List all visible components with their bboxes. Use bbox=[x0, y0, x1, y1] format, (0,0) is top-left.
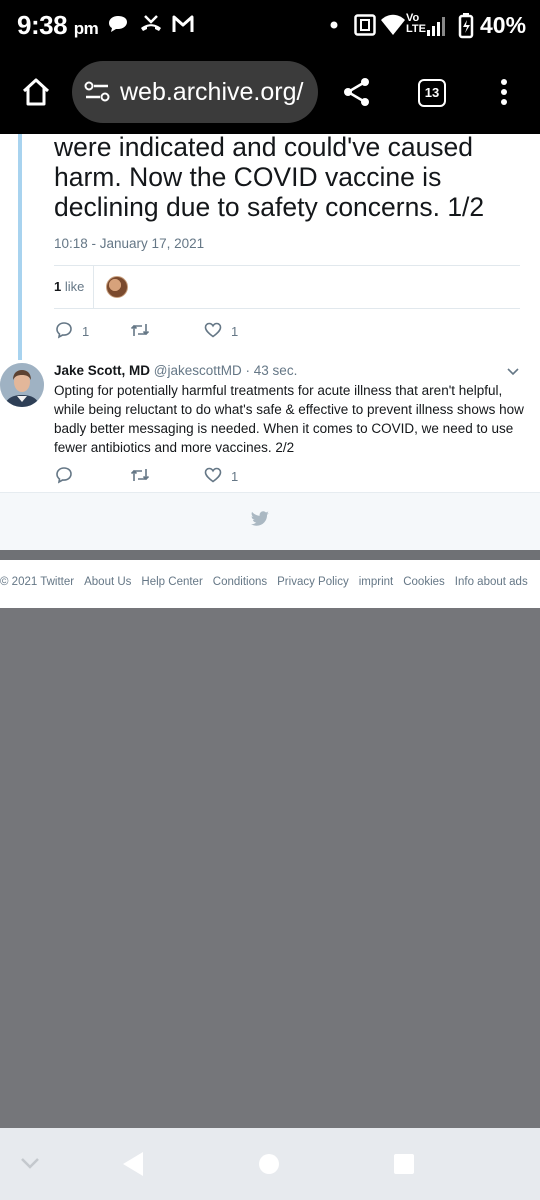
home-icon[interactable] bbox=[20, 76, 52, 108]
footer-link-help[interactable]: Help Center bbox=[141, 576, 202, 588]
heart-icon bbox=[204, 467, 222, 483]
url-text[interactable]: web.archive.org/ bbox=[120, 78, 303, 107]
chevron-down-icon[interactable] bbox=[506, 367, 520, 377]
footer-link-about[interactable]: About Us bbox=[84, 576, 131, 588]
system-navigation-bar bbox=[0, 1128, 540, 1200]
reply-text: Opting for potentially harmful treatment… bbox=[54, 383, 524, 455]
footer-link-cookies[interactable]: Cookies bbox=[403, 576, 445, 588]
battery-icon bbox=[458, 13, 474, 39]
share-icon[interactable] bbox=[341, 76, 373, 108]
clock: 9:38 pm bbox=[17, 10, 99, 40]
heart-icon bbox=[204, 322, 222, 338]
retweet-icon bbox=[130, 469, 150, 481]
timeline-footer bbox=[0, 492, 540, 551]
reply-time[interactable]: · 43 sec. bbox=[246, 363, 298, 378]
hide-keyboard-icon[interactable] bbox=[20, 1156, 40, 1170]
author-handle[interactable]: @jakescottMD bbox=[154, 363, 242, 378]
dot-icon bbox=[330, 21, 338, 29]
avatar[interactable] bbox=[0, 363, 44, 407]
chat-bubble-icon bbox=[109, 16, 127, 32]
tweet-text: were indicated and could've caused harm.… bbox=[54, 132, 485, 222]
footer-link-conditions[interactable]: Conditions bbox=[213, 576, 267, 588]
missed-call-icon bbox=[141, 15, 161, 31]
author-name[interactable]: Jake Scott, MD bbox=[54, 363, 150, 378]
footer-copyright: © 2021 Twitter bbox=[0, 576, 75, 588]
divider bbox=[54, 265, 520, 266]
overflow-menu-icon[interactable] bbox=[496, 78, 512, 106]
reply-icon bbox=[56, 467, 72, 484]
likes-count[interactable]: 1 like bbox=[54, 279, 84, 294]
footer-band bbox=[0, 550, 540, 560]
recents-icon[interactable] bbox=[393, 1153, 415, 1175]
gmail-icon bbox=[172, 15, 194, 32]
thread-line bbox=[18, 134, 22, 360]
twitter-bird-icon bbox=[250, 511, 269, 526]
reply-icon bbox=[56, 322, 72, 339]
footer-link-ads[interactable]: Info about ads bbox=[455, 576, 528, 588]
volte-label: Vo LTE bbox=[406, 12, 426, 35]
back-icon[interactable] bbox=[121, 1151, 145, 1177]
divider bbox=[54, 308, 520, 309]
signal-icon bbox=[427, 17, 445, 36]
liker-avatar[interactable] bbox=[106, 276, 128, 298]
divider bbox=[93, 266, 94, 308]
nfc-icon bbox=[354, 14, 376, 36]
url-bar[interactable]: web.archive.org/ bbox=[72, 61, 318, 123]
footer-link-privacy[interactable]: Privacy Policy bbox=[277, 576, 349, 588]
author-photo bbox=[0, 363, 44, 407]
browser-toolbar: web.archive.org/ 13 bbox=[0, 52, 540, 134]
tweet-timestamp[interactable]: 10:18 - January 17, 2021 bbox=[54, 236, 204, 251]
site-settings-icon[interactable] bbox=[84, 81, 110, 103]
footer-link-imprint[interactable]: imprint bbox=[359, 576, 394, 588]
battery-percent: 40% bbox=[480, 12, 527, 38]
footer-links: © 2021 Twitter About Us Help Center Conditi… bbox=[0, 576, 538, 588]
tweet-page: were indicated and could've caused harm.… bbox=[0, 132, 540, 608]
tab-switcher-button[interactable]: 13 bbox=[418, 79, 446, 107]
home-nav-icon[interactable] bbox=[258, 1153, 280, 1175]
status-bar: 9:38 pm Vo LTE 40% bbox=[0, 0, 540, 52]
wifi-icon bbox=[381, 14, 405, 35]
retweet-icon bbox=[130, 324, 150, 336]
reply-header: Jake Scott, MD @jakescottMD · 43 sec. bbox=[54, 363, 297, 378]
